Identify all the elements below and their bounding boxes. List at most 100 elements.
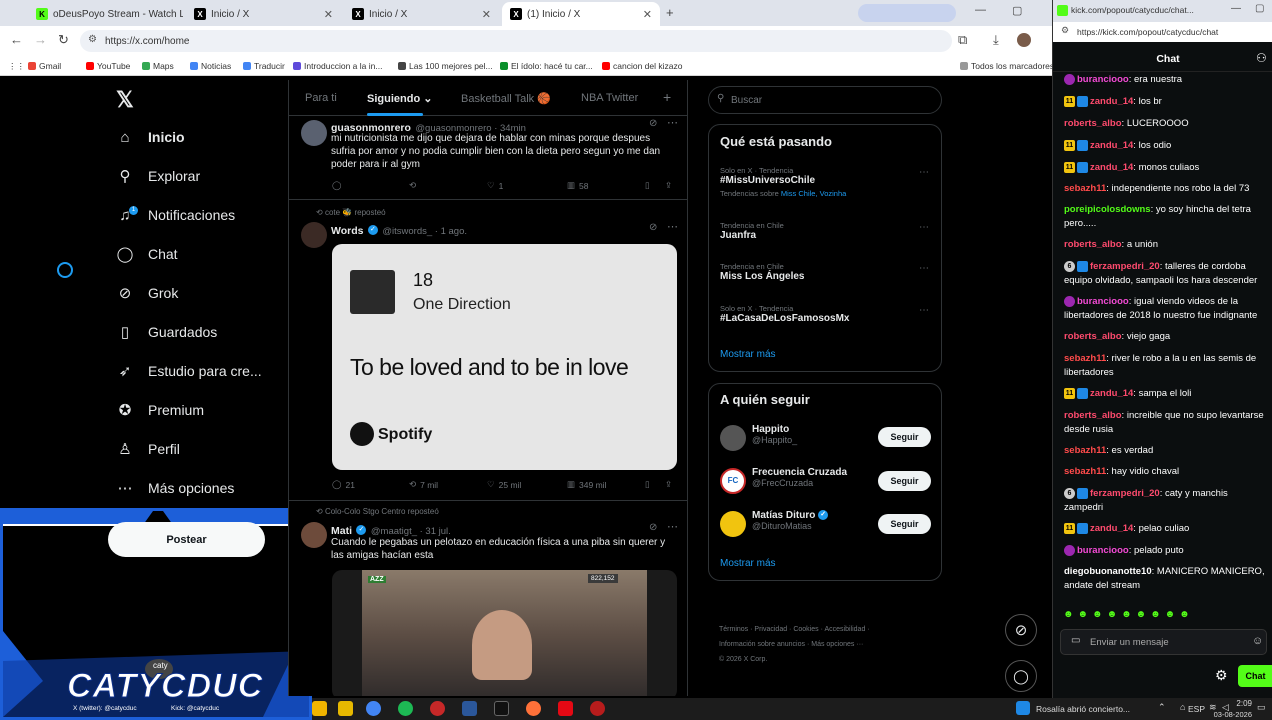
extensions-icon[interactable]: ⧉ — [958, 32, 967, 48]
chat-username[interactable]: roberts_albo — [1064, 331, 1122, 342]
footer-link[interactable]: Más opciones ··· — [811, 641, 863, 648]
close-icon[interactable]: ✕ — [482, 8, 491, 21]
chat-message[interactable]: roberts_albo: a unión — [1064, 238, 1269, 252]
nav-item-inicio[interactable]: ⌂ Inicio — [116, 128, 184, 146]
apps-icon[interactable]: ⋮⋮ — [8, 61, 25, 72]
chat-username[interactable]: roberts_albo — [1064, 239, 1122, 250]
footer-link[interactable]: Accesibilidad — [824, 626, 865, 633]
settings-gear-icon[interactable]: ⚙ — [1215, 667, 1228, 684]
x-logo-icon[interactable]: 𝕏 — [116, 87, 134, 113]
views-button[interactable]: ▥ 58 — [567, 180, 589, 191]
reload-icon[interactable]: ↻ — [58, 32, 69, 48]
bookmark-item[interactable]: cancion del kizazo — [602, 61, 682, 71]
grok-icon[interactable]: ⊘ — [649, 118, 657, 129]
spotify-icon[interactable] — [398, 701, 413, 716]
chat-message[interactable]: buranciooo: pelado puto — [1064, 544, 1269, 558]
follow-suggestion[interactable]: Frecuencia Cruzada @FrecCruzada — [752, 467, 847, 488]
all-bookmarks[interactable]: Todos los marcadores — [960, 61, 1054, 71]
chat-message[interactable]: buranciooo: igual viendo videos de la li… — [1064, 295, 1269, 323]
bookmark-item[interactable]: Traducir — [243, 61, 285, 71]
chat-username[interactable]: zandu_14 — [1090, 96, 1133, 107]
nav-item-estudio-para-cre[interactable]: ➶ Estudio para cre... — [116, 362, 262, 380]
avatar[interactable]: FC — [720, 468, 746, 494]
download-icon[interactable]: ⤓ — [993, 32, 999, 48]
emote-bar[interactable]: ☻☻☻☻☻☻☻☻☻ — [1063, 609, 1263, 621]
nav-item-perfil[interactable]: ♙ Perfil — [116, 440, 180, 458]
follow-button[interactable]: Seguir — [878, 471, 931, 491]
trend-item[interactable]: Tendencia en Chile Miss Los Ángeles — [720, 262, 932, 282]
chat-username[interactable]: ferzampedri_20 — [1090, 261, 1160, 272]
nav-item-premium[interactable]: ✪ Premium — [116, 401, 204, 419]
post-button[interactable]: Postear — [108, 522, 265, 557]
share-icon[interactable]: ⇪ — [665, 180, 672, 191]
chat-username[interactable]: sebazh11 — [1064, 183, 1106, 194]
tab-nba-twitter[interactable]: NBA Twitter — [581, 92, 638, 104]
bookmark-item[interactable]: El ídolo: hacé tu car... — [500, 61, 593, 71]
browser-tab-1[interactable]: X Inicio / X ✕ — [186, 2, 341, 26]
chat-message[interactable]: 11 zandu_14: monos culiaos — [1064, 161, 1269, 175]
minimize-icon[interactable]: — — [975, 4, 986, 16]
close-icon[interactable]: ✕ — [324, 8, 333, 21]
chat-message[interactable]: 11 zandu_14: pelao culiao — [1064, 522, 1269, 536]
url-bar[interactable]: ⚙ https://x.com/home — [80, 30, 952, 52]
chat-message[interactable]: 6 ferzampedri_20: talleres de cordoba equ… — [1064, 260, 1269, 288]
avatar[interactable] — [720, 511, 746, 537]
more-icon[interactable]: ⋯ — [919, 305, 929, 316]
notifications-icon[interactable]: ▭ — [1257, 702, 1266, 713]
tab-siguiendo[interactable]: Siguiendo ⌄ — [367, 92, 432, 105]
maximize-icon[interactable]: ▢ — [1255, 3, 1264, 14]
app-icon[interactable] — [590, 701, 605, 716]
bookmark-icon[interactable]: ▯ — [645, 180, 650, 191]
tweet[interactable]: ⟲ Colo-Colo Stgo Centro reposteó Mati ✓ … — [289, 502, 687, 696]
follow-suggestion[interactable]: Matías Dituro ✓ @DituroMatias — [752, 510, 829, 531]
chrome-icon[interactable] — [366, 701, 381, 716]
grok-icon[interactable]: ⊘ — [649, 522, 657, 533]
chat-username[interactable]: zandu_14 — [1090, 162, 1133, 173]
views-button[interactable]: ▥ 349 mil — [567, 479, 606, 490]
send-chat-button[interactable]: Chat — [1238, 665, 1272, 687]
chat-username[interactable]: zandu_14 — [1090, 388, 1133, 399]
trend-item[interactable]: Solo en X · Tendencia #LaCasaDeLosFamoso… — [720, 304, 932, 324]
back-icon[interactable]: ← — [10, 32, 23, 47]
network-icon[interactable]: ⌂ — [1180, 702, 1185, 712]
chat-message[interactable]: sebazh11: es verdad — [1064, 444, 1269, 458]
netflix-icon[interactable] — [558, 701, 573, 716]
chat-message[interactable]: 11 zandu_14: los odio — [1064, 139, 1269, 153]
browser-tab-3[interactable]: X (1) Inicio / X ✕ — [502, 2, 660, 26]
nav-item-grok[interactable]: ⊘ Grok — [116, 284, 179, 302]
avatar[interactable] — [720, 425, 746, 451]
forward-icon[interactable]: → — [34, 32, 47, 47]
more-icon[interactable]: ⋯ — [667, 520, 678, 533]
like-button[interactable]: ♡ 25 mil — [487, 479, 521, 490]
emoji-icon[interactable]: ☺ — [1252, 635, 1263, 647]
more-icon[interactable]: ⋯ — [919, 263, 929, 274]
new-tab-icon[interactable]: + — [666, 5, 674, 20]
chat-username[interactable]: sebazh11 — [1064, 353, 1106, 364]
chat-username[interactable]: zandu_14 — [1090, 140, 1133, 151]
more-icon[interactable]: ⋯ — [919, 222, 929, 233]
grok-icon[interactable]: ⊘ — [649, 222, 657, 233]
chat-message[interactable]: diegobuonanotte10: MANICERO MANICERO, an… — [1064, 565, 1269, 593]
grok-float-icon[interactable]: ⊘ — [1005, 614, 1037, 646]
chat-message[interactable]: 11 zandu_14: sampa el loli — [1064, 387, 1269, 401]
close-icon[interactable]: ✕ — [643, 8, 652, 21]
tiktok-icon[interactable] — [494, 701, 509, 716]
bookmark-item[interactable]: Noticias — [190, 61, 231, 71]
messages-float-icon[interactable]: ◯ — [1005, 660, 1037, 692]
chat-message[interactable]: 6 ferzampedri_20: caty y manchis zampedri — [1064, 487, 1269, 515]
chat-username[interactable]: sebazh11 — [1064, 466, 1106, 477]
chat-message[interactable]: poreipicolosdowns: yo soy hincha del tet… — [1064, 203, 1269, 231]
avatar[interactable] — [1017, 33, 1031, 47]
news-ticker[interactable]: Rosalía abrió concierto... — [1036, 704, 1130, 714]
more-icon[interactable]: ⋯ — [667, 116, 678, 129]
chat-username[interactable]: ferzampedri_20 — [1090, 488, 1160, 499]
retweet-button[interactable]: ⟲ 7 mil — [409, 479, 438, 490]
follow-suggestion[interactable]: Happito @Happito_ — [752, 424, 797, 445]
tweet[interactable]: ⟲ cote 🐝 reposteó Words ✓ @itswords_ · 1… — [289, 201, 687, 501]
add-tab-icon[interactable]: + — [663, 89, 671, 105]
reply-button[interactable]: ◯ 21 — [332, 479, 355, 490]
chat-message[interactable]: 11 zandu_14: los br — [1064, 95, 1269, 109]
trend-item[interactable]: Solo en X · Tendencia #MissUniversoChile… — [720, 166, 932, 198]
chat-username[interactable]: buranciooo — [1077, 296, 1129, 307]
bookmark-item[interactable]: YouTube — [86, 61, 130, 71]
